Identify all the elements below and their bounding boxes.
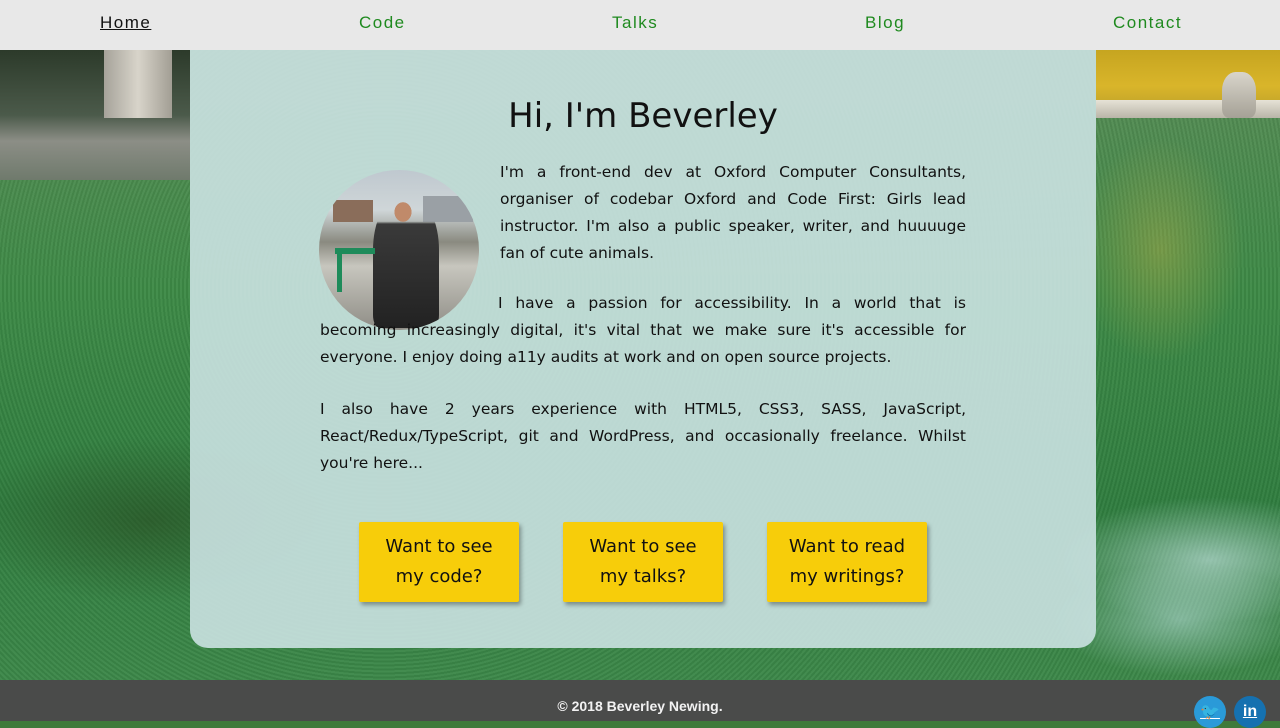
- see-code-button[interactable]: Want to see my code?: [359, 522, 519, 602]
- copyright-text: © 2018 Beverley Newing.: [557, 698, 723, 714]
- statue: [1222, 72, 1256, 118]
- see-talks-button[interactable]: Want to see my talks?: [563, 522, 723, 602]
- intro-paragraph: I'm a front-end dev at Oxford Computer C…: [500, 163, 966, 262]
- accessibility-paragraph: I have a passion for accessibility. In a…: [320, 294, 966, 366]
- nav-blog[interactable]: Blog: [865, 13, 905, 33]
- stone-pillar: [104, 50, 172, 118]
- photo-building: [333, 200, 373, 222]
- experience-paragraph: I also have 2 years experience with HTML…: [320, 400, 966, 472]
- twitter-icon[interactable]: 🐦: [1194, 696, 1226, 728]
- intro-card: Hi, I'm Beverley I'm a front-end dev at …: [190, 50, 1096, 648]
- top-nav: Home Code Talks Blog Contact: [0, 0, 1280, 50]
- nav-code[interactable]: Code: [359, 13, 406, 33]
- read-writings-button[interactable]: Want to read my writings?: [767, 522, 927, 602]
- linkedin-icon[interactable]: in: [1234, 696, 1266, 728]
- nav-home[interactable]: Home: [100, 13, 151, 33]
- page-title: Hi, I'm Beverley: [508, 96, 778, 136]
- nav-talks[interactable]: Talks: [612, 13, 658, 33]
- photo-rail-post: [337, 252, 342, 292]
- nav-contact[interactable]: Contact: [1113, 13, 1182, 33]
- footer: © 2018 Beverley Newing. 🐦 in: [0, 680, 1280, 728]
